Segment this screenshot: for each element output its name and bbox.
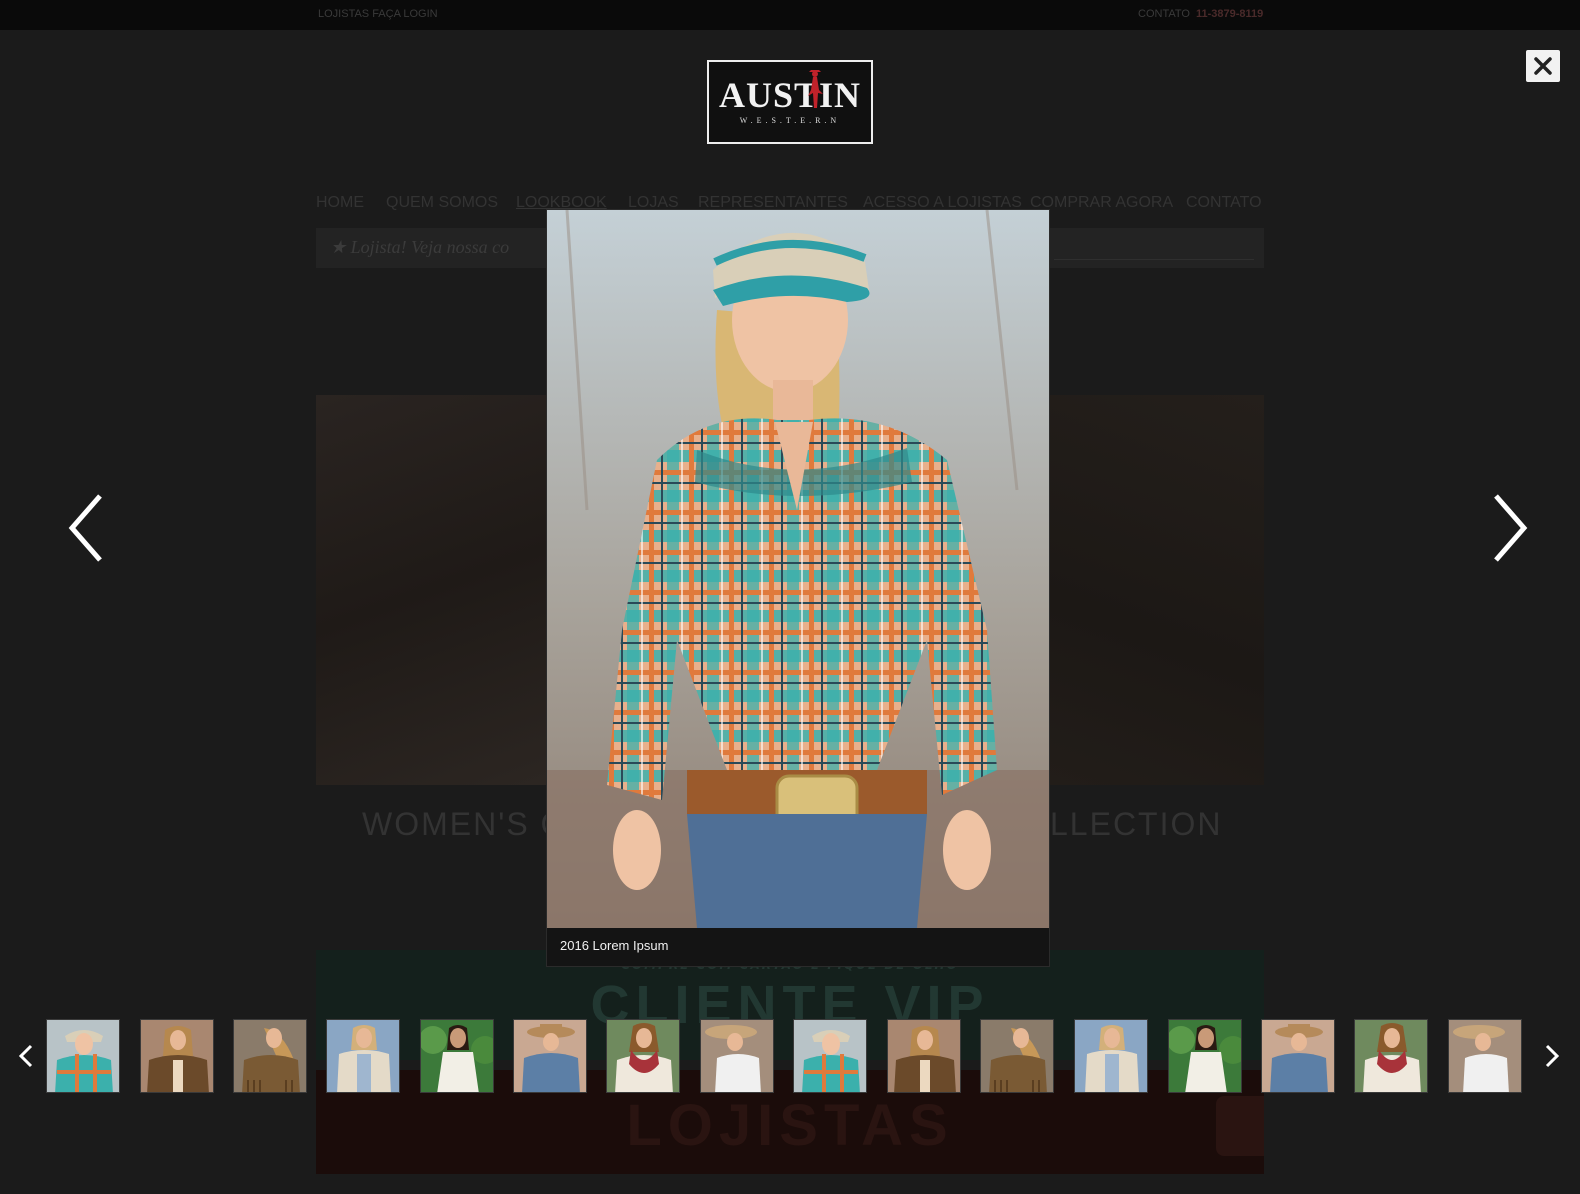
thumbnail-5[interactable] — [420, 1019, 494, 1093]
next-image-button[interactable] — [1478, 488, 1538, 568]
nav-item-home[interactable]: HOME — [316, 194, 364, 212]
banner-text: ★ Lojista! Veja nossa co — [330, 237, 510, 257]
collection-title-right: LLECTION — [1050, 806, 1223, 842]
thumbnail-2[interactable] — [140, 1019, 214, 1093]
chevron-left-icon — [68, 494, 102, 562]
nav-item-comprar-agora[interactable]: COMPRAR AGORA — [1030, 194, 1173, 212]
close-icon — [1534, 57, 1552, 75]
logo-name: AUSTIN — [718, 75, 862, 115]
thumbnail-12[interactable] — [1074, 1019, 1148, 1093]
thumbnail-8[interactable] — [700, 1019, 774, 1093]
thumbnail-6[interactable] — [513, 1019, 587, 1093]
woman-plaid-shirt-photo — [547, 210, 1049, 928]
lightbox-caption: 2016 Lorem Ipsum — [560, 938, 669, 953]
thumbnail-1[interactable] — [46, 1019, 120, 1093]
close-button[interactable] — [1526, 50, 1560, 82]
lightbox-main-image[interactable] — [547, 210, 1049, 928]
thumbnail-15[interactable] — [1354, 1019, 1428, 1093]
chevron-right-icon — [1494, 494, 1528, 562]
phone-number: 11-3879-8119 — [1196, 8, 1264, 20]
thumbnail-13[interactable] — [1168, 1019, 1242, 1093]
thumbnail-4[interactable] — [326, 1019, 400, 1093]
thumbnail-14[interactable] — [1261, 1019, 1335, 1093]
site-logo[interactable]: AUSTIN W.E.S.T.E.R.N — [707, 60, 873, 144]
lojistas-arrow-button[interactable] — [1216, 1096, 1264, 1156]
thumbnail-9[interactable] — [793, 1019, 867, 1093]
thumbnail-10[interactable] — [887, 1019, 961, 1093]
chevron-right-icon — [1545, 1044, 1560, 1068]
nav-item-contato[interactable]: CONTATO — [1186, 194, 1262, 212]
prev-image-button[interactable] — [58, 488, 118, 568]
chevron-left-icon — [18, 1044, 33, 1068]
lojistas-big-text: LOJISTAS — [626, 1093, 954, 1158]
womens-collection-title: WOMEN'S C — [362, 806, 566, 842]
thumbs-prev-button[interactable] — [14, 1040, 38, 1072]
contact-label: CONTATO — [1138, 8, 1190, 20]
cowboy-rider-icon — [808, 70, 823, 108]
womens-collection-photo[interactable] — [316, 395, 546, 785]
thumbnail-7[interactable] — [606, 1019, 680, 1093]
top-bar: LOJISTAS FAÇA LOGIN CONTATO 11-3879-8119 — [0, 0, 1580, 30]
nav-item-quem-somos[interactable]: QUEM SOMOS — [386, 194, 498, 212]
thumbnail-strip — [46, 1019, 1536, 1093]
lightbox-container: 2016 Lorem Ipsum — [546, 209, 1050, 967]
mens-collection-photo[interactable] — [1050, 395, 1264, 785]
lightbox-overlay-page: LOJISTAS FAÇA LOGIN CONTATO 11-3879-8119… — [0, 0, 1580, 1194]
search-input[interactable] — [1054, 238, 1254, 260]
lojistas-login-link[interactable]: LOJISTAS FAÇA LOGIN — [318, 8, 438, 20]
thumbs-next-button[interactable] — [1540, 1040, 1564, 1072]
logo-subtitle: W.E.S.T.E.R.N — [739, 116, 841, 125]
thumbnail-16[interactable] — [1448, 1019, 1522, 1093]
thumbnail-3[interactable] — [233, 1019, 307, 1093]
thumbnail-11[interactable] — [980, 1019, 1054, 1093]
